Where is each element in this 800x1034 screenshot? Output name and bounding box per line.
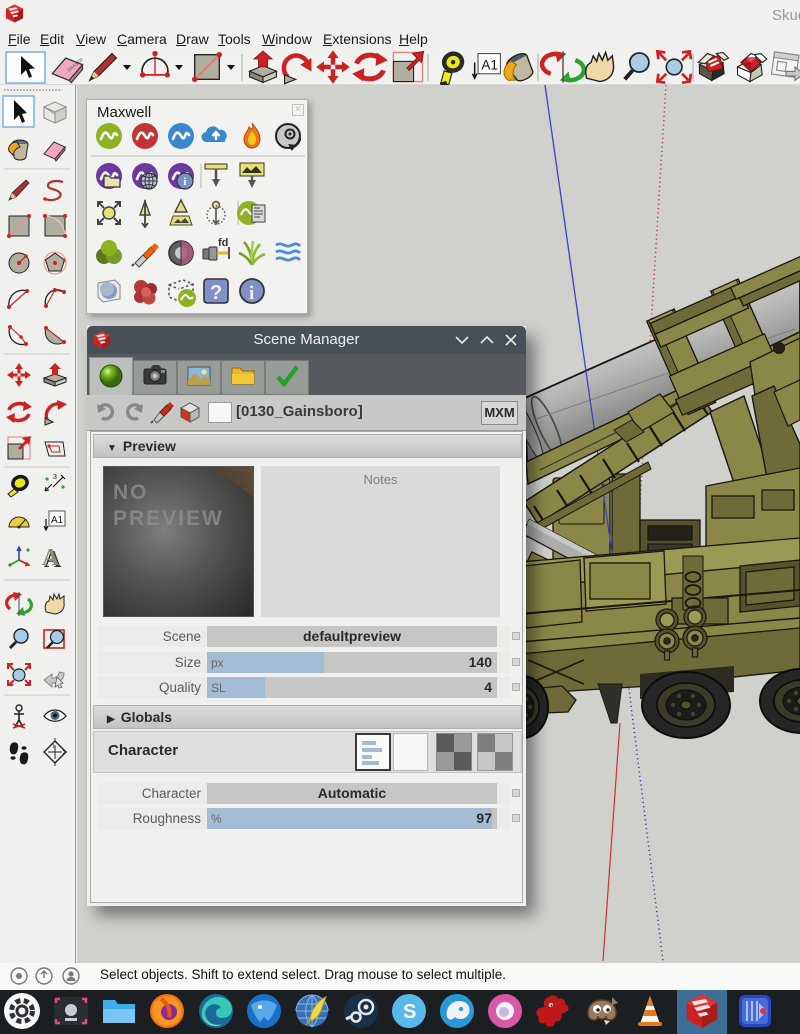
svg-text:S: S [403,1001,416,1023]
svg-text:i: i [183,176,186,188]
svg-text:1: 1 [52,744,55,750]
svg-text:A1: A1 [51,515,64,526]
svg-text:fd: fd [218,237,228,249]
svg-text:?: ? [210,282,222,304]
svg-text:PREVIEW: PREVIEW [113,507,224,530]
svg-text:NO: NO [113,481,149,504]
svg-text:3: 3 [53,474,57,481]
svg-text:A1: A1 [481,57,497,72]
svg-text:i: i [249,283,254,304]
svg-text:A: A [42,545,60,571]
